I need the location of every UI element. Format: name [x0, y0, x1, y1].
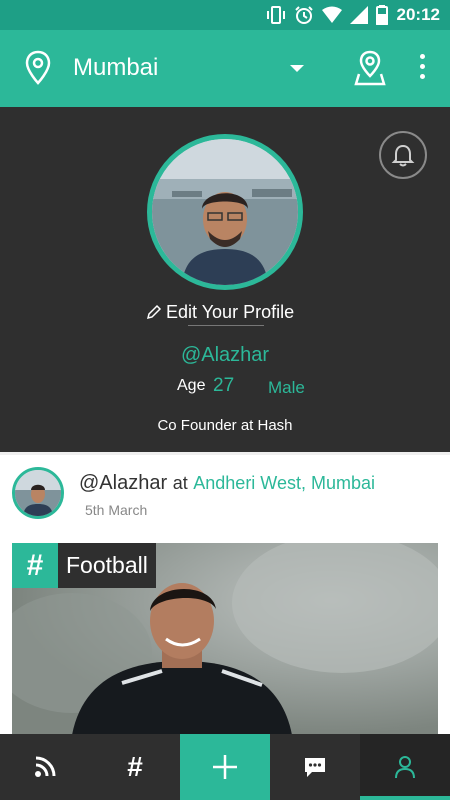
gender-value: Male — [268, 378, 305, 397]
post-at-word: at — [172, 473, 188, 493]
status-time: 20:12 — [396, 5, 440, 24]
nav-profile[interactable] — [360, 734, 450, 800]
status-bar: 20:12 — [0, 0, 450, 30]
location-pin-icon — [25, 50, 51, 85]
vibrate-icon — [267, 6, 285, 24]
age-value: 27 — [213, 375, 235, 396]
nav-feed[interactable] — [0, 734, 90, 800]
rss-feed-icon — [35, 756, 56, 777]
signal-icon — [350, 6, 368, 24]
nav-add-post[interactable] — [180, 734, 270, 800]
wifi-icon — [322, 6, 342, 23]
edit-profile-label: Edit Your Profile — [166, 301, 295, 322]
nav-chat[interactable] — [270, 734, 360, 800]
edit-profile-underline — [188, 325, 264, 326]
dropdown-caret-icon[interactable] — [290, 65, 304, 72]
bell-icon — [391, 144, 415, 167]
city-selector[interactable]: Mumbai — [73, 54, 158, 82]
plus-icon — [213, 755, 237, 779]
post-author-line: @Alazhar at Andheri West, Mumbai — [79, 472, 375, 495]
profile-icon — [395, 756, 415, 779]
status-icons — [266, 4, 388, 26]
profile-header: Edit Your Profile @Alazhar Age 27 Male C… — [0, 107, 450, 452]
post-author-handle[interactable]: @Alazhar — [79, 472, 167, 494]
alarm-icon — [295, 6, 313, 24]
map-pin-icon[interactable] — [354, 50, 386, 86]
post-tag-label[interactable]: Football — [58, 543, 156, 588]
more-vert-icon[interactable] — [414, 52, 430, 82]
battery-icon — [376, 5, 388, 25]
post-date: 5th March — [85, 502, 148, 518]
post-author-avatar[interactable] — [12, 467, 64, 519]
edit-profile-button[interactable]: Edit Your Profile — [146, 300, 316, 324]
post-location-link[interactable]: Andheri West, Mumbai — [193, 473, 375, 493]
profile-handle: @Alazhar — [180, 344, 270, 366]
author-avatar-photo — [15, 470, 61, 516]
hash-icon: # — [127, 751, 143, 782]
app-bar: Mumbai — [0, 30, 450, 107]
pencil-icon — [146, 304, 162, 320]
chat-icon — [305, 758, 325, 777]
age-label: Age — [177, 377, 206, 394]
bottom-nav: # — [0, 734, 450, 800]
profile-bio: Co Founder at Hash — [157, 417, 293, 434]
nav-hashtags[interactable]: # — [90, 734, 180, 800]
avatar-photo — [152, 139, 298, 285]
profile-avatar[interactable] — [147, 134, 303, 290]
notification-bell-button[interactable] — [379, 131, 427, 179]
tag-hash-badge: # — [12, 543, 58, 588]
